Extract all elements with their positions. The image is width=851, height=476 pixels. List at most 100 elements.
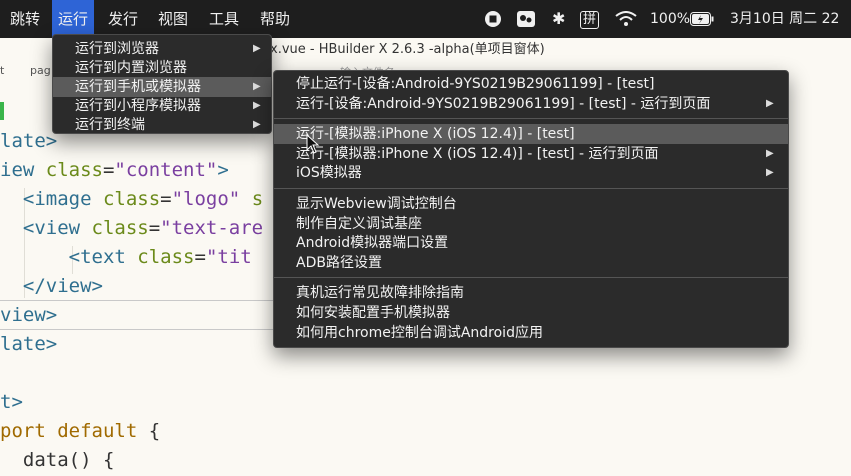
code-token: class <box>91 217 149 239</box>
device-menu-item[interactable]: 运行-[设备:Android-9YS0219B29061199] - [test… <box>274 94 788 114</box>
code-token: = <box>148 217 161 239</box>
code-token: <image <box>0 188 103 210</box>
code-line: iew class="content"> <box>0 159 229 181</box>
menu-item-label: Android模拟器端口设置 <box>296 235 449 252</box>
menu-separator <box>274 118 788 120</box>
code-token: "text-are <box>160 217 264 239</box>
code-token: late> <box>0 333 58 355</box>
device-menu-item[interactable]: 如何安装配置手机模拟器 <box>274 303 788 323</box>
code-token: class <box>45 159 103 181</box>
code-token: = <box>194 246 206 268</box>
menu-separator <box>274 277 788 279</box>
code-line: t> <box>0 391 23 413</box>
menu-item-label: 运行到内置浏览器 <box>75 60 187 76</box>
code-line: </view> <box>0 275 103 297</box>
code-line: port default { <box>0 420 160 442</box>
run-menu-item[interactable]: 运行到内置浏览器 <box>53 58 271 78</box>
code-token: <text <box>0 246 138 268</box>
code-line: late> <box>0 130 57 152</box>
device-menu-item[interactable]: 运行-[模拟器:iPhone X (iOS 12.4)] - [test] - … <box>274 144 788 164</box>
code-token: data() { <box>0 449 115 471</box>
code-token: class <box>102 188 161 210</box>
code-token: { <box>137 420 161 442</box>
code-line: late> <box>0 333 57 355</box>
code-token: t> <box>0 391 23 413</box>
menu-item-label: iOS模拟器 <box>296 165 362 182</box>
code-token: s <box>240 188 264 210</box>
tab-path[interactable]: pag <box>30 64 51 77</box>
run-menu: 运行到浏览器 ▶ 运行到内置浏览器 运行到手机或模拟器 ▶ 运行到小程序模拟器 ▶ 运行到终端… <box>52 34 272 134</box>
tab-prefix: t <box>0 64 5 77</box>
code-line: data() { <box>0 449 115 471</box>
battery-percent: 100% <box>650 11 691 27</box>
chevron-right-icon: ▶ <box>766 97 774 109</box>
menu-item-label: 运行到浏览器 <box>75 41 159 57</box>
device-menu-item[interactable]: 运行-[模拟器:iPhone X (iOS 12.4)] - [test] <box>274 124 788 145</box>
ime-badge[interactable]: 拼 <box>580 0 600 38</box>
code-token: default <box>57 420 138 442</box>
run-menu-item[interactable]: 运行到小程序模拟器 ▶ <box>53 96 271 116</box>
code-token: "content" <box>114 159 218 181</box>
code-token: <view <box>0 217 92 239</box>
stop-circle-icon[interactable] <box>484 0 502 38</box>
run-menu-item[interactable]: 运行到浏览器 ▶ <box>53 39 271 59</box>
code-line: <image class="logo" s <box>0 188 263 210</box>
menu-item-label: 如何用chrome控制台调试Android应用 <box>296 324 543 341</box>
chevron-right-icon: ▶ <box>766 147 774 159</box>
device-menu-item[interactable]: 如何用chrome控制台调试Android应用 <box>274 323 788 343</box>
code-token: "logo" <box>171 188 241 210</box>
menu-item-label: 运行到手机或模拟器 <box>75 79 201 95</box>
device-menu-item[interactable]: 显示Webview调试控制台 <box>274 194 788 214</box>
code-token: = <box>160 188 172 210</box>
bluetooth-icon[interactable]: ✱ <box>552 0 565 38</box>
code-token: class <box>137 246 195 268</box>
run-to-device-submenu: 停止运行-[设备:Android-9YS0219B29061199] - [te… <box>273 70 789 348</box>
menu-item-label: 运行到终端 <box>75 117 145 133</box>
device-menu-item[interactable]: ADB路径设置 <box>274 253 788 273</box>
battery-charging-icon[interactable] <box>690 0 714 38</box>
device-menu-item[interactable]: 制作自定义调试基座 <box>274 214 788 234</box>
mouse-cursor-icon <box>306 134 320 154</box>
menu-item-label: 运行-[模拟器:iPhone X (iOS 12.4)] - [test] - … <box>296 145 659 162</box>
menubar-item[interactable]: 工具 <box>203 0 245 38</box>
menubar-item[interactable]: 跳转 <box>4 0 46 38</box>
chevron-right-icon: ▶ <box>253 81 261 92</box>
code-token: = <box>102 159 115 181</box>
menu-separator <box>274 188 788 189</box>
menu-item-label: ADB路径设置 <box>296 254 382 271</box>
code-token: > <box>217 159 229 181</box>
code-token: view> <box>0 304 58 326</box>
menubar-item[interactable]: 发行 <box>102 0 144 38</box>
wifi-icon[interactable] <box>615 0 637 38</box>
code-line: view> <box>0 304 57 326</box>
menu-item-label: 显示Webview调试控制台 <box>296 196 457 212</box>
menu-item-label: 运行-[模拟器:iPhone X (iOS 12.4)] - [test] <box>296 126 575 143</box>
code-token: port <box>0 420 58 442</box>
modified-line-marker <box>0 102 4 120</box>
wechat-icon[interactable] <box>516 0 536 38</box>
device-menu-item[interactable]: 真机运行常见故障排除指南 <box>274 283 788 303</box>
clock[interactable]: 3月10日 周二 22 <box>730 0 851 38</box>
code-token: "tit <box>205 246 252 268</box>
menu-item-label: 真机运行常见故障排除指南 <box>296 285 464 302</box>
menu-item-label: 运行-[设备:Android-9YS0219B29061199] - [test… <box>296 95 711 112</box>
code-token: iew <box>0 159 46 181</box>
menubar-item[interactable]: 视图 <box>152 0 194 38</box>
code-line: <view class="text-are <box>0 217 263 239</box>
menubar-item[interactable]: 运行 <box>52 0 95 38</box>
device-menu-item[interactable]: Android模拟器端口设置 <box>274 233 788 253</box>
chevron-right-icon: ▶ <box>253 119 261 130</box>
run-menu-item[interactable]: 运行到手机或模拟器 ▶ <box>53 77 271 97</box>
menubar-item[interactable]: 帮助 <box>254 0 296 38</box>
menu-item-label: 制作自定义调试基座 <box>296 215 422 232</box>
chevron-right-icon: ▶ <box>766 167 774 179</box>
menu-item-label: 如何安装配置手机模拟器 <box>296 305 450 321</box>
device-menu-item[interactable]: 停止运行-[设备:Android-9YS0219B29061199] - [te… <box>274 74 788 94</box>
run-menu-item[interactable]: 运行到终端 ▶ <box>53 115 271 135</box>
device-menu-item[interactable]: iOS模拟器 ▶ <box>274 163 788 183</box>
menu-bar: 跳转 运行 发行 视图 工具 帮助 ✱ 拼 100% 3月10日 周二 22 <box>0 0 851 38</box>
code-line: <text class="tit <box>0 246 252 268</box>
code-token: </view> <box>0 275 103 297</box>
chevron-right-icon: ▶ <box>253 100 261 111</box>
menu-item-label: 停止运行-[设备:Android-9YS0219B29061199] - [te… <box>296 76 655 92</box>
